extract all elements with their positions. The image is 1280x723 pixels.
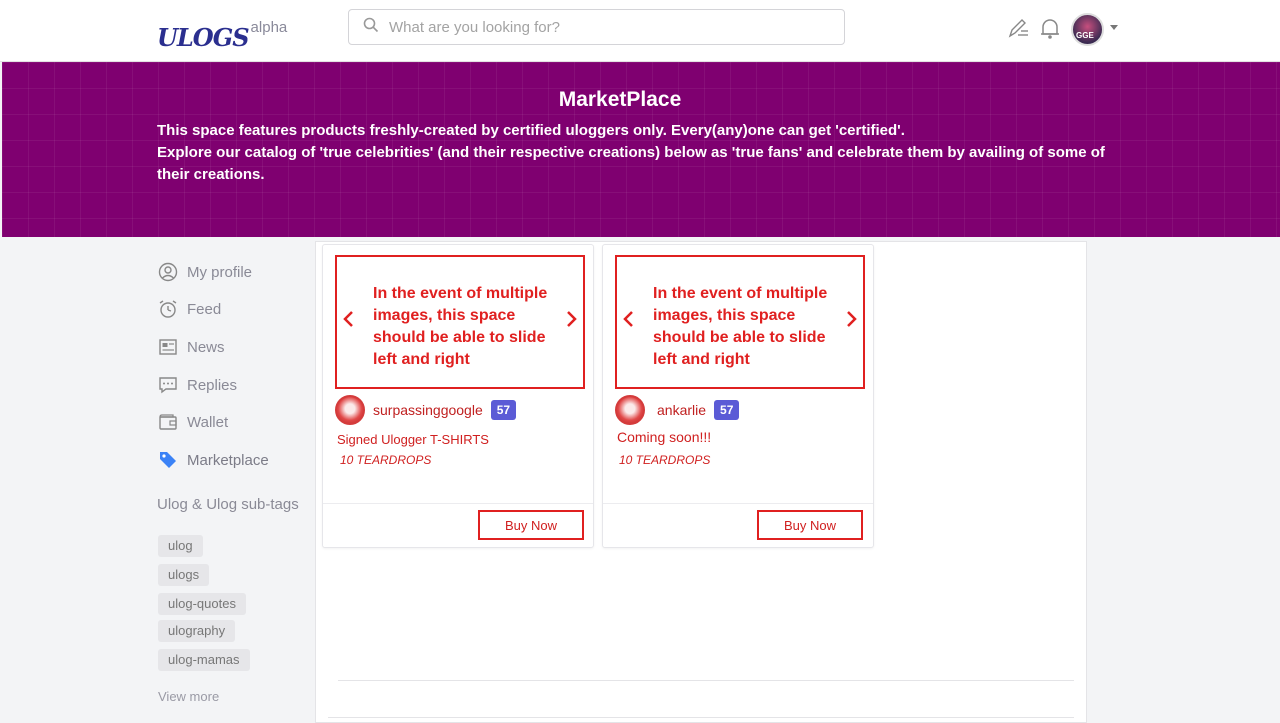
- sidebar-item-wallet[interactable]: Wallet: [157, 411, 228, 433]
- write-post-icon[interactable]: [1006, 16, 1030, 45]
- avatar-label: GGE: [1076, 31, 1094, 40]
- reputation-badge: 57: [490, 400, 517, 420]
- product-title[interactable]: Signed Ulogger T-SHIRTS: [337, 432, 489, 447]
- product-image-slider[interactable]: In the event of multiple images, this sp…: [335, 255, 585, 389]
- search-icon: [363, 17, 379, 38]
- seller-name[interactable]: surpassinggoogle: [373, 402, 483, 418]
- alarm-clock-icon: [157, 298, 179, 320]
- card-divider: [323, 503, 593, 504]
- logo-mark: ULOGS: [157, 23, 250, 52]
- logo[interactable]: ULOGS alpha: [157, 16, 287, 52]
- banner-title: MarketPlace: [558, 88, 682, 111]
- reputation-badge: 57: [714, 400, 740, 420]
- product-card: In the event of multiple images, this sp…: [322, 244, 594, 548]
- slide-left-icon[interactable]: [620, 307, 636, 331]
- buy-now-button[interactable]: Buy Now: [478, 510, 584, 540]
- logo-badge: alpha: [250, 19, 288, 36]
- search-bar[interactable]: [348, 9, 845, 45]
- product-title[interactable]: Coming soon!!!: [617, 429, 711, 445]
- user-avatar[interactable]: GGE: [1071, 13, 1104, 46]
- product-image-slider[interactable]: In the event of multiple images, this sp…: [615, 255, 865, 389]
- seller-info: ankarlie 57: [615, 395, 740, 425]
- tag-ulog-quotes[interactable]: ulog-quotes: [158, 593, 246, 615]
- sidebar-item-label: Replies: [187, 376, 238, 394]
- image-placeholder-note: In the event of multiple images, this sp…: [653, 285, 828, 368]
- sidebar-item-label: News: [187, 338, 225, 356]
- newspaper-icon: [157, 336, 179, 358]
- marketplace-feed: In the event of multiple images, this sp…: [315, 241, 1087, 723]
- seller-info: surpassinggoogle 57: [335, 395, 517, 425]
- top-navbar: ULOGS alpha GGE: [0, 0, 1280, 62]
- sidebar-item-news[interactable]: News: [157, 336, 225, 358]
- sidebar-item-label: My profile: [187, 263, 253, 281]
- image-placeholder-note: In the event of multiple images, this sp…: [373, 285, 548, 368]
- tag-ulog[interactable]: ulog: [158, 535, 203, 557]
- slide-right-icon[interactable]: [844, 307, 860, 331]
- product-price: 10 TEARDROPS: [619, 453, 711, 467]
- slide-left-icon[interactable]: [340, 307, 356, 331]
- marketplace-banner: MarketPlace This space features products…: [2, 62, 1280, 237]
- sidebar-item-label: Feed: [187, 300, 222, 318]
- chevron-down-icon[interactable]: [1110, 25, 1118, 30]
- tag-ulogs[interactable]: ulogs: [158, 564, 210, 586]
- product-card: In the event of multiple images, this sp…: [602, 244, 874, 548]
- sidebar-item-label: Marketplace: [187, 451, 269, 469]
- banner-line-1: This space features products freshly-cre…: [157, 122, 905, 139]
- tag-ulog-mamas[interactable]: ulog-mamas: [158, 649, 250, 671]
- sidebar-item-replies[interactable]: Replies: [157, 374, 237, 396]
- feed-divider: [328, 717, 1074, 718]
- tags-section-title: Ulog & Ulog sub-tags: [157, 496, 299, 513]
- chat-icon: [157, 374, 179, 396]
- view-more-link[interactable]: View more: [158, 689, 219, 704]
- bell-icon[interactable]: [1039, 16, 1061, 45]
- product-price: 10 TEARDROPS: [340, 453, 432, 467]
- sidebar-item-label: Wallet: [187, 413, 229, 431]
- seller-name[interactable]: ankarlie: [657, 402, 706, 418]
- tag-ulography[interactable]: ulography: [158, 620, 236, 642]
- tag-icon: [157, 449, 179, 471]
- feed-divider: [338, 680, 1074, 681]
- search-input[interactable]: [389, 18, 829, 36]
- user-circle-icon: [157, 261, 179, 283]
- sidebar-item-feed[interactable]: Feed: [157, 298, 221, 320]
- banner-description: This space features products freshly-cre…: [157, 120, 1137, 186]
- wallet-icon: [157, 411, 179, 433]
- buy-now-button[interactable]: Buy Now: [757, 510, 863, 540]
- sidebar-item-my-profile[interactable]: My profile: [157, 261, 252, 283]
- banner-line-2: Explore our catalog of 'true celebrities…: [157, 144, 1105, 183]
- card-divider: [603, 503, 873, 504]
- seller-avatar[interactable]: [335, 395, 365, 425]
- sidebar-item-marketplace[interactable]: Marketplace: [157, 449, 269, 471]
- slide-right-icon[interactable]: [564, 307, 580, 331]
- seller-avatar[interactable]: [615, 395, 645, 425]
